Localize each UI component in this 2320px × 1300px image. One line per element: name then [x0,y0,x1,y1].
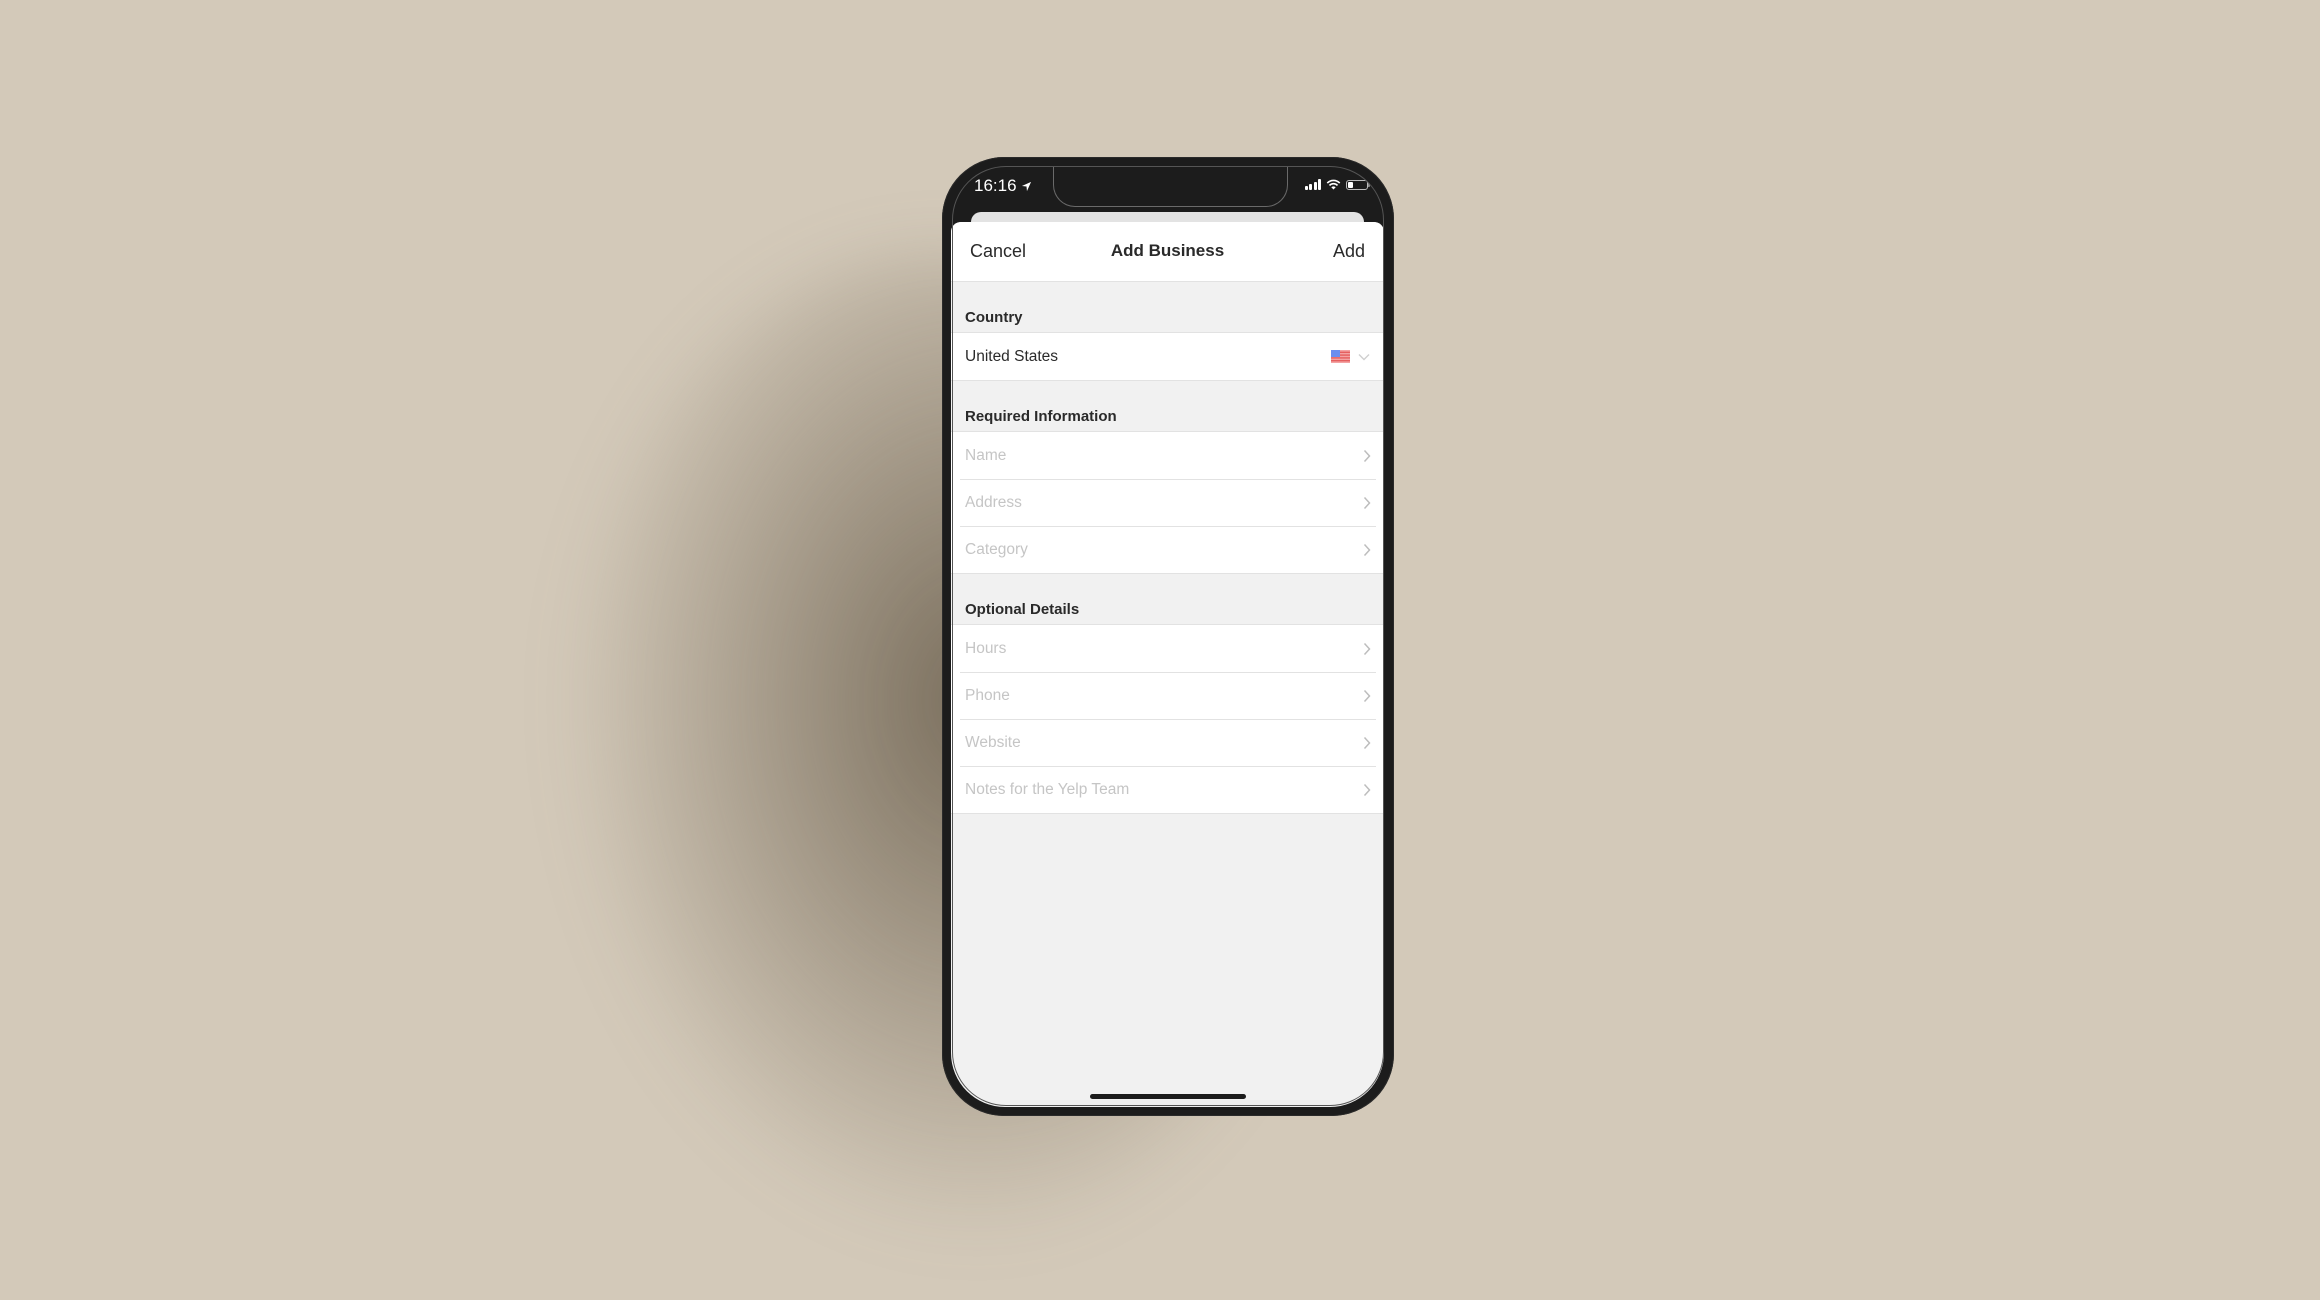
phone-placeholder: Phone [965,686,1010,704]
hours-field-row[interactable]: Hours [951,625,1384,672]
chevron-right-icon [1362,736,1372,750]
address-field-row[interactable]: Address [951,479,1384,526]
country-selector[interactable]: United States [951,333,1384,380]
navigation-bar: Cancel Add Business Add [951,222,1384,282]
location-arrow-icon [1021,181,1031,191]
hours-placeholder: Hours [965,639,1007,657]
website-placeholder: Website [965,733,1021,751]
chevron-right-icon [1362,783,1372,797]
status-bar-indicators [1304,179,1370,190]
website-field-row[interactable]: Website [951,719,1384,766]
add-button[interactable]: Add [1333,241,1365,262]
section-header-optional-details: Optional Details [951,574,1384,625]
notes-placeholder: Notes for the Yelp Team [965,780,1130,798]
us-flag-icon [1331,350,1350,363]
time-text: 16:16 [974,176,1017,195]
address-placeholder: Address [965,493,1022,511]
notes-field-row[interactable]: Notes for the Yelp Team [951,766,1384,813]
chevron-right-icon [1362,642,1372,656]
wifi-icon [1326,179,1341,190]
battery-icon [1346,179,1370,190]
category-field-row[interactable]: Category [951,526,1384,573]
chevron-right-icon [1362,449,1372,463]
phone-screen: 16:16 Cancel Add Business Add Country Un… [951,166,1384,1107]
home-indicator[interactable] [1090,1094,1246,1099]
page-title: Add Business [1110,241,1225,260]
cellular-signal-icon [1304,179,1321,190]
add-business-sheet: Cancel Add Business Add Country United S… [951,222,1384,1107]
country-value: United States [965,347,1059,365]
optional-details-group: Hours Phone Website Notes for the Yelp T… [951,625,1384,814]
status-bar-time: 16:16 [974,176,1032,196]
phone-field-row[interactable]: Phone [951,672,1384,719]
country-group: United States [951,333,1384,381]
category-placeholder: Category [965,540,1028,558]
chevron-right-icon [1362,689,1372,703]
chevron-down-icon [1358,353,1370,360]
name-field-row[interactable]: Name [951,432,1384,479]
name-placeholder: Name [965,446,1007,464]
section-header-required-information: Required Information [951,381,1384,432]
section-header-country: Country [951,282,1384,333]
chevron-right-icon [1362,496,1372,510]
chevron-right-icon [1362,543,1372,557]
battery-level-fill [1348,181,1353,188]
notch [1053,166,1288,207]
required-information-group: Name Address Category [951,432,1384,574]
